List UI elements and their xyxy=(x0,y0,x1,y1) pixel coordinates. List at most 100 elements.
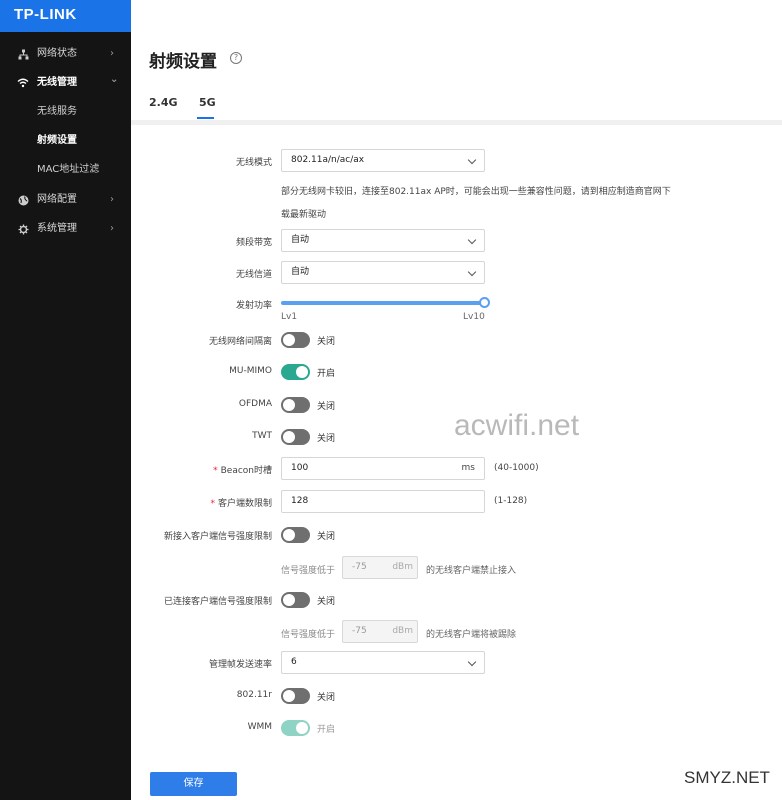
toggle-knob xyxy=(283,529,295,541)
sidebar-item-label: 系统管理 xyxy=(37,223,77,234)
sidebar-item-wireless[interactable]: 无线管理 ⌄ xyxy=(0,72,131,94)
mu-mimo-state: 开启 xyxy=(317,369,336,379)
watermark: acwifi.net xyxy=(454,409,580,442)
chevron-right-icon: › xyxy=(110,223,114,234)
new-client-signal-post: 的无线客户端禁止接入 xyxy=(426,566,517,576)
chevron-down-icon xyxy=(467,235,477,245)
help-icon[interactable]: ? xyxy=(230,52,242,64)
connected-client-signal-unit: dBm xyxy=(392,626,413,636)
mode-compat-note-cont: 载最新驱动 xyxy=(281,210,327,220)
chevron-down-icon xyxy=(467,267,477,277)
mode-compat-note: 部分无线网卡较旧，连接至802.11ax AP时，可能会出现一些兼容性问题，请到… xyxy=(281,187,671,197)
new-client-signal-label: 新接入客户端信号强度限制 xyxy=(163,532,272,542)
new-client-signal-value: -75 xyxy=(352,562,367,572)
beacon-label: * Beacon时槽 xyxy=(213,463,272,476)
tab-2-4g[interactable]: 2.4G xyxy=(149,96,178,109)
mu-mimo-toggle[interactable] xyxy=(281,364,310,380)
chevron-right-icon: › xyxy=(110,48,114,59)
tx-power-slider[interactable] xyxy=(281,301,486,305)
beacon-label-text: Beacon时槽 xyxy=(220,466,272,476)
divider xyxy=(131,120,782,125)
toggle-knob xyxy=(283,334,295,346)
wireless-mode-label: 无线模式 xyxy=(235,158,272,168)
sidebar-item-label: 网络状态 xyxy=(37,48,77,59)
r80211r-state: 关闭 xyxy=(317,693,336,703)
tx-power-min: Lv1 xyxy=(281,312,298,322)
bandwidth-value: 自动 xyxy=(291,235,310,245)
save-button[interactable]: 保存 xyxy=(150,772,237,796)
toggle-knob xyxy=(283,594,295,606)
ofdma-state: 关闭 xyxy=(317,402,336,412)
ofdma-label: OFDMA xyxy=(238,399,272,409)
client-limit-value: 128 xyxy=(291,496,309,506)
client-limit-input[interactable]: 128 xyxy=(281,490,485,513)
toggle-knob xyxy=(283,431,295,443)
connected-client-signal-post: 的无线客户端将被踢除 xyxy=(426,630,517,640)
twt-toggle[interactable] xyxy=(281,429,310,445)
tx-power-max: Lv10 xyxy=(463,312,485,322)
wmm-toggle xyxy=(281,720,310,736)
active-tab-indicator xyxy=(197,117,214,119)
r80211r-toggle[interactable] xyxy=(281,688,310,704)
new-client-signal-state: 关闭 xyxy=(317,532,336,542)
beacon-value: 100 xyxy=(291,463,309,473)
tx-power-slider-handle[interactable] xyxy=(479,297,490,308)
beacon-input[interactable]: 100 ms xyxy=(281,457,485,480)
tab-5g[interactable]: 5G xyxy=(199,96,216,109)
globe-icon xyxy=(17,189,29,211)
isolation-toggle[interactable] xyxy=(281,332,310,348)
connected-client-signal-state: 关闭 xyxy=(317,597,336,607)
connected-client-signal-input[interactable]: -75 dBm xyxy=(342,620,418,643)
mgmt-rate-value: 6 xyxy=(291,657,297,667)
sidebar-subitem-radio-settings[interactable]: 射频设置 xyxy=(37,131,77,151)
new-client-signal-pre: 信号强度低于 xyxy=(281,566,336,576)
channel-select[interactable]: 自动 xyxy=(281,261,485,284)
twt-label: TWT xyxy=(252,431,272,441)
client-limit-label-text: 客户端数限制 xyxy=(217,499,272,509)
chevron-down-icon xyxy=(467,155,477,165)
twt-state: 关闭 xyxy=(317,434,336,444)
connected-client-signal-toggle[interactable] xyxy=(281,592,310,608)
sidebar-item-network-status[interactable]: 网络状态 › xyxy=(0,43,131,65)
toggle-knob xyxy=(283,690,295,702)
mgmt-rate-select[interactable]: 6 xyxy=(281,651,485,674)
corner-watermark: SMYZ.NET xyxy=(684,768,770,787)
toggle-knob xyxy=(283,399,295,411)
sidebar-subitem-mac-filter[interactable]: MAC地址过滤 xyxy=(37,160,99,180)
sidebar-item-label: 网络配置 xyxy=(37,194,77,205)
required-mark: * xyxy=(213,466,218,476)
mu-mimo-label: MU-MIMO xyxy=(229,366,272,376)
connected-client-signal-value: -75 xyxy=(352,626,367,636)
toggle-knob xyxy=(296,366,308,378)
connected-client-signal-pre: 信号强度低于 xyxy=(281,630,336,640)
wireless-mode-select[interactable]: 802.11a/n/ac/ax xyxy=(281,149,485,172)
sidebar-subitem-wireless-service[interactable]: 无线服务 xyxy=(37,102,77,122)
client-limit-label: * 客户端数限制 xyxy=(210,496,272,509)
isolation-label: 无线网络间隔离 xyxy=(208,337,272,347)
gear-icon xyxy=(17,218,29,240)
chevron-right-icon: › xyxy=(110,194,114,205)
new-client-signal-toggle[interactable] xyxy=(281,527,310,543)
toggle-knob xyxy=(296,722,308,734)
wmm-label: WMM xyxy=(247,722,272,732)
sidebar-item-system[interactable]: 系统管理 › xyxy=(0,218,131,240)
chevron-down-icon: ⌄ xyxy=(110,74,119,85)
bandwidth-label: 频段带宽 xyxy=(235,238,272,248)
required-mark: * xyxy=(210,499,215,509)
sidebar: TP-LINK 网络状态 › 无线管理 ⌄ 无线服务 射频设置 MAC地址过滤 … xyxy=(0,0,131,800)
bandwidth-select[interactable]: 自动 xyxy=(281,229,485,252)
beacon-unit: ms xyxy=(461,463,475,473)
network-status-icon xyxy=(17,43,29,65)
page-title: 射频设置 xyxy=(149,52,217,72)
tx-power-label: 发射功率 xyxy=(235,301,272,311)
ofdma-toggle[interactable] xyxy=(281,397,310,413)
wireless-mode-value: 802.11a/n/ac/ax xyxy=(291,155,365,165)
new-client-signal-unit: dBm xyxy=(392,562,413,572)
sidebar-item-network-config[interactable]: 网络配置 › xyxy=(0,189,131,211)
new-client-signal-input[interactable]: -75 dBm xyxy=(342,556,418,579)
sidebar-item-label: 无线管理 xyxy=(37,77,77,88)
channel-value: 自动 xyxy=(291,267,310,277)
tp-link-logo: TP-LINK xyxy=(0,0,131,32)
wifi-icon xyxy=(17,72,29,94)
connected-client-signal-label: 已连接客户端信号强度限制 xyxy=(163,597,272,607)
